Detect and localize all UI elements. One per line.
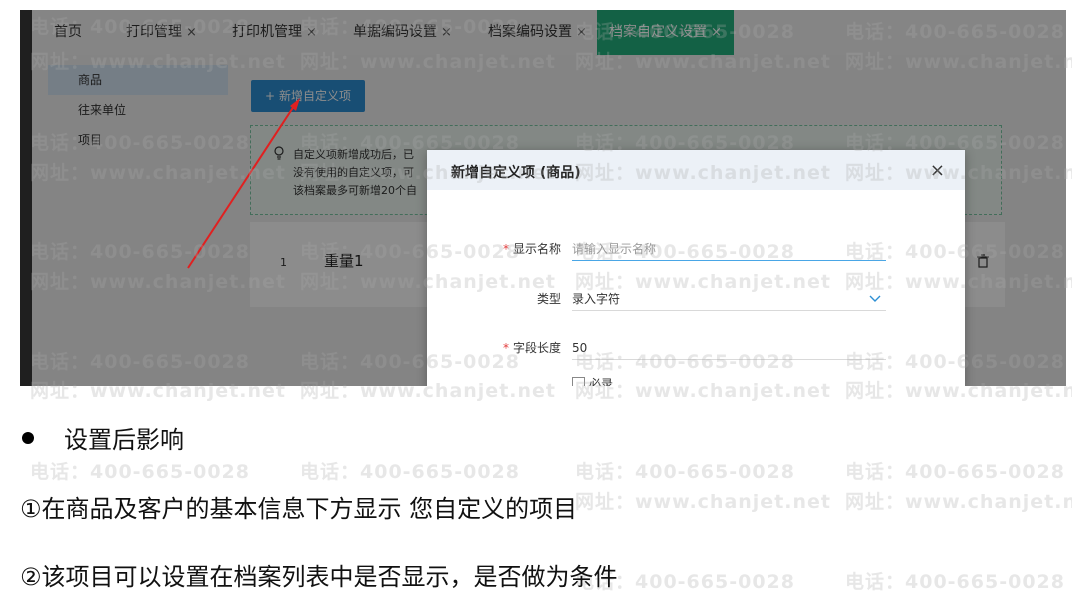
sidebar-item-contacts[interactable]: 往来单位: [48, 95, 228, 125]
sidebar: 商品 往来单位 项目: [48, 65, 228, 155]
required-checkbox[interactable]: 必录: [572, 375, 613, 386]
notice-line: 自定义项新增成功后，已: [293, 148, 414, 161]
close-icon[interactable]: ×: [186, 25, 197, 40]
checkbox-box: [572, 377, 585, 386]
app-left-edge: [20, 10, 32, 386]
close-icon[interactable]: ×: [576, 25, 587, 40]
watermark: 电话：400-665-0028: [575, 461, 795, 483]
watermark: 电话：400-665-0028: [845, 461, 1065, 483]
field-length-label: * 字段长度: [502, 341, 561, 355]
notice-line: 没有使用的自定义项，可: [293, 166, 414, 179]
tab-document-code-settings[interactable]: 单据编码设置 ×: [353, 10, 452, 55]
custom-item-name[interactable]: 重量1: [324, 250, 364, 271]
sidebar-item-project[interactable]: 项目: [48, 125, 228, 155]
watermark: 电话：400-665-0028: [300, 461, 520, 483]
description-line-1: ①在商品及客户的基本信息下方显示 您自定义的项目: [20, 495, 578, 523]
type-row: 类型 录入字符: [427, 290, 965, 320]
row-index: 1: [280, 256, 287, 269]
watermark: 网址：www.chanjet.net: [845, 491, 1072, 513]
close-icon[interactable]: ×: [306, 25, 317, 40]
description-line-2: ②该项目可以设置在档案列表中是否显示，是否做为条件: [20, 563, 618, 591]
close-icon[interactable]: ×: [711, 25, 722, 40]
display-name-input[interactable]: 请输入显示名称: [572, 238, 886, 261]
tab-archive-code-settings[interactable]: 档案编码设置 ×: [488, 10, 587, 55]
tab-print-management[interactable]: 打印管理 ×: [126, 10, 197, 55]
field-length-row: * 字段长度 50: [427, 339, 965, 369]
dialog-title: 新增自定义项 (商品): [451, 165, 581, 181]
tab-bar: 首页 打印管理 × 打印机管理 × 单据编码设置 × 档案编码设置 × 档案自定义设置 ×: [32, 10, 1066, 55]
required-mark: *: [502, 341, 509, 355]
field-length-input[interactable]: 50: [572, 337, 886, 360]
close-icon[interactable]: ×: [441, 25, 452, 40]
watermark: 电话：400-665-0028: [30, 461, 250, 483]
tab-printer-management[interactable]: 打印机管理 ×: [232, 10, 317, 55]
tab-archive-custom-settings[interactable]: 档案自定义设置 ×: [597, 10, 734, 55]
delete-icon[interactable]: [977, 254, 989, 272]
display-name-row: * 显示名称 请输入显示名称: [427, 240, 965, 270]
watermark: 电话：400-665-0028: [845, 571, 1065, 593]
plus-icon: +: [265, 89, 276, 103]
required-mark: *: [502, 242, 509, 256]
type-select[interactable]: 录入字符: [572, 288, 886, 311]
notice-line: 该档案最多可新增20个自: [293, 184, 417, 197]
sidebar-item-goods[interactable]: 商品: [48, 65, 228, 95]
close-icon[interactable]: ×: [930, 160, 945, 181]
add-custom-item-button[interactable]: + 新增自定义项: [251, 80, 365, 112]
bullet-dot: [22, 432, 34, 444]
lightbulb-icon: [273, 146, 285, 163]
dialog-header: 新增自定义项 (商品) ×: [427, 150, 965, 190]
add-custom-item-dialog: 新增自定义项 (商品) × * 显示名称 请输入显示名称 类型 录入字符 * 字段长…: [427, 150, 965, 386]
chevron-down-icon: [868, 288, 882, 310]
watermark: 网址：www.chanjet.net: [575, 491, 831, 513]
tab-home[interactable]: 首页: [54, 10, 82, 55]
display-name-label: * 显示名称: [502, 242, 561, 256]
screenshot-panel: 首页 打印管理 × 打印机管理 × 单据编码设置 × 档案编码设置 × 档案自定义设置 ×…: [20, 10, 1066, 386]
type-label: 类型: [536, 292, 561, 306]
bullet-heading: 设置后影响: [22, 420, 184, 455]
